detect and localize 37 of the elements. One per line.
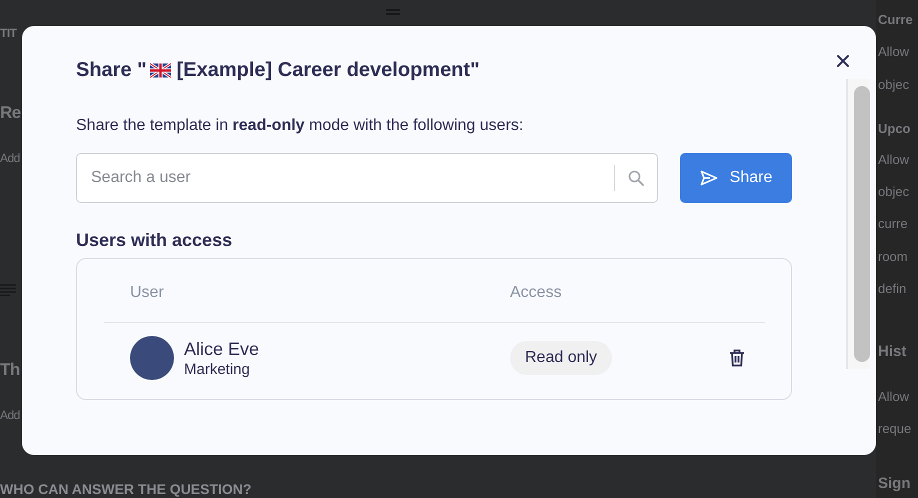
user-team: Marketing <box>184 361 251 379</box>
share-button[interactable]: Share <box>680 153 792 203</box>
section-heading: Hist <box>878 342 906 362</box>
background-text: defin <box>878 280 906 298</box>
section-heading: Re <box>0 102 21 124</box>
background-text: TIT <box>0 25 16 42</box>
trash-icon[interactable] <box>729 349 745 367</box>
scrollbar-thumb[interactable] <box>854 86 870 362</box>
background-text: room <box>878 248 908 266</box>
background-text: Curre <box>878 11 913 29</box>
user-name: Alice Eve <box>184 338 260 361</box>
column-header: User <box>130 283 165 303</box>
section-heading: Sign <box>878 474 910 494</box>
background-text: Upco <box>878 120 910 138</box>
background-text: Add <box>0 150 20 167</box>
section-heading: Users with access <box>76 229 234 252</box>
search-icon <box>628 170 644 186</box>
background-text: Allow <box>878 43 910 61</box>
send-icon <box>700 170 718 186</box>
search-field[interactable]: Search a user <box>76 153 658 203</box>
column-header: Access <box>510 283 563 303</box>
access-badge: Read only <box>510 341 612 375</box>
flag-icon <box>150 62 171 78</box>
background-text: curre <box>878 215 908 233</box>
dialog-title: [Example] Career development" <box>176 58 480 83</box>
background-text: Allow <box>878 388 910 406</box>
avatar-placeholder <box>130 336 174 380</box>
dialog-title: Share " <box>76 58 147 83</box>
background-text: reque <box>878 420 912 438</box>
close-icon[interactable] <box>834 52 852 70</box>
description-text: Share the template in read-only mode with the following users: <box>76 116 524 136</box>
background-text: objec <box>878 76 910 94</box>
section-label: WHO CAN ANSWER THE QUESTION? <box>0 481 252 497</box>
background-text: Add <box>0 407 20 424</box>
background-text: objec <box>878 183 910 201</box>
section-heading: Th <box>0 359 20 381</box>
background-text: Allow <box>878 151 910 169</box>
